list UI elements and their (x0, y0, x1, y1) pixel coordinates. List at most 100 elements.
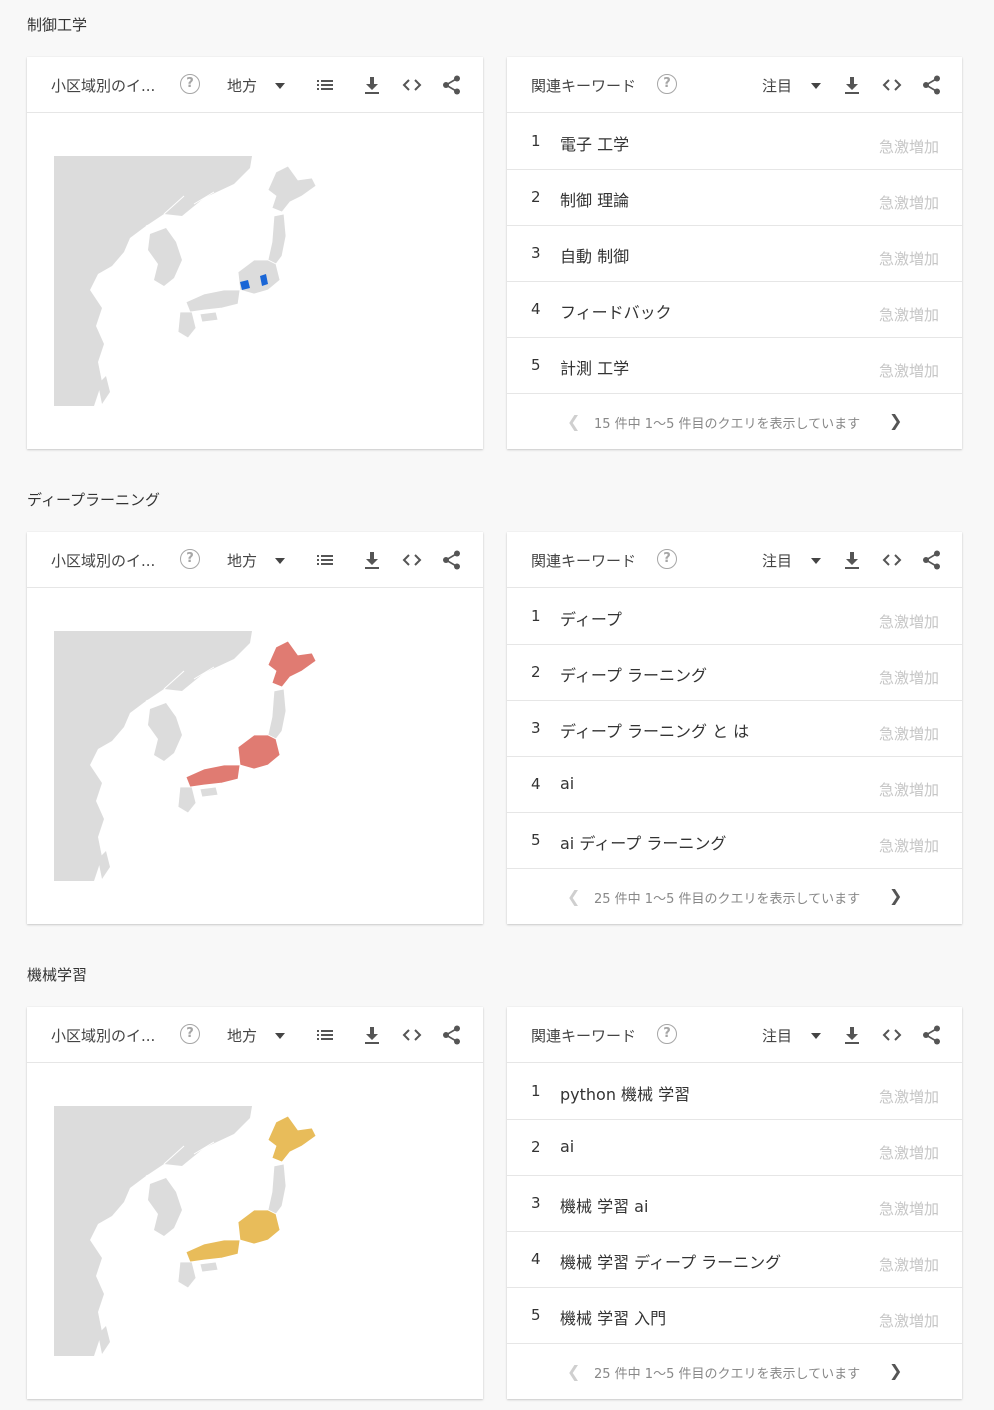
kyushu-region[interactable] (177, 786, 197, 814)
help-icon[interactable]: ? (657, 1024, 677, 1044)
embed-icon[interactable] (401, 74, 423, 96)
kansai-chugoku-region[interactable] (185, 764, 241, 788)
hokkaido-region[interactable] (267, 165, 317, 213)
query-text[interactable]: python 機械 学習 (560, 1081, 690, 1105)
chevron-left-icon[interactable]: ❮ (567, 1362, 580, 1381)
query-text[interactable]: 自動 制御 (560, 243, 629, 267)
japan-region-map[interactable] (54, 631, 358, 881)
dropdown-arrow-icon[interactable] (275, 83, 285, 89)
query-text[interactable]: 制御 理論 (560, 187, 629, 211)
related-query-row[interactable]: 1 ディープ 急激増加 (507, 589, 962, 645)
query-text[interactable]: 機械 学習 入門 (560, 1305, 666, 1329)
share-icon[interactable] (921, 1024, 943, 1046)
kanto-chubu-region[interactable] (237, 1209, 281, 1245)
related-query-row[interactable]: 1 python 機械 学習 急激増加 (507, 1064, 962, 1120)
download-icon[interactable] (841, 74, 863, 96)
japan-region-map[interactable] (54, 156, 358, 406)
list-icon[interactable] (314, 549, 336, 571)
shikoku-region[interactable] (199, 1261, 219, 1273)
related-query-row[interactable]: 4 フィードバック 急激増加 (507, 282, 962, 338)
kanto-chubu-region[interactable] (237, 734, 281, 770)
related-query-row[interactable]: 4 機械 学習 ディープ ラーニング 急激増加 (507, 1232, 962, 1288)
related-query-row[interactable]: 5 計測 工学 急激増加 (507, 338, 962, 394)
hokkaido-region[interactable] (267, 1115, 317, 1163)
kyushu-region[interactable] (177, 311, 197, 339)
query-text[interactable]: 計測 工学 (560, 355, 629, 379)
query-text[interactable]: フィードバック (560, 299, 672, 323)
chevron-left-icon[interactable]: ❮ (567, 412, 580, 431)
query-rank: 3 (531, 1194, 541, 1212)
query-text[interactable]: ai (560, 774, 574, 793)
related-query-row[interactable]: 1 電子 工学 急激増加 (507, 114, 962, 170)
help-icon[interactable]: ? (180, 549, 200, 569)
tohoku-region[interactable] (267, 213, 287, 265)
share-icon[interactable] (921, 549, 943, 571)
list-icon[interactable] (314, 74, 336, 96)
related-query-row[interactable]: 4 ai 急激増加 (507, 757, 962, 813)
list-icon[interactable] (314, 1024, 336, 1046)
kansai-chugoku-region[interactable] (185, 289, 241, 313)
shikoku-region[interactable] (199, 786, 219, 798)
region-card: 小区域別のイ... ? 地方 (27, 532, 483, 924)
query-text[interactable]: 電子 工学 (560, 131, 629, 155)
kyushu-region[interactable] (177, 1261, 197, 1289)
tohoku-region[interactable] (267, 688, 287, 740)
download-icon[interactable] (361, 1024, 383, 1046)
related-query-row[interactable]: 2 ディープ ラーニング 急激増加 (507, 645, 962, 701)
share-icon[interactable] (441, 549, 463, 571)
dropdown-arrow-icon[interactable] (811, 83, 821, 89)
query-text[interactable]: ディープ ラーニング (560, 662, 707, 686)
region-dropdown-label[interactable]: 地方 (227, 1025, 257, 1046)
share-icon[interactable] (921, 74, 943, 96)
embed-icon[interactable] (401, 549, 423, 571)
embed-icon[interactable] (881, 74, 903, 96)
related-dropdown-label[interactable]: 注目 (762, 1025, 792, 1046)
chevron-right-icon[interactable]: ❯ (889, 886, 902, 905)
help-icon[interactable]: ? (657, 549, 677, 569)
related-query-row[interactable]: 3 ディープ ラーニング と は 急激増加 (507, 701, 962, 757)
help-icon[interactable]: ? (180, 74, 200, 94)
region-dropdown-label[interactable]: 地方 (227, 75, 257, 96)
chevron-right-icon[interactable]: ❯ (889, 411, 902, 430)
kansai-chugoku-region[interactable] (185, 1239, 241, 1263)
query-text[interactable]: ai ディープ ラーニング (560, 830, 726, 854)
embed-icon[interactable] (401, 1024, 423, 1046)
chevron-right-icon[interactable]: ❯ (889, 1361, 902, 1380)
related-dropdown-label[interactable]: 注目 (762, 550, 792, 571)
hokkaido-region[interactable] (267, 640, 317, 688)
related-query-row[interactable]: 5 ai ディープ ラーニング 急激増加 (507, 813, 962, 869)
dropdown-arrow-icon[interactable] (275, 1033, 285, 1039)
related-query-row[interactable]: 5 機械 学習 入門 急激増加 (507, 1288, 962, 1344)
chevron-left-icon[interactable]: ❮ (567, 887, 580, 906)
pagination-text: 25 件中 1～5 件目のクエリを表示しています (594, 1367, 861, 1382)
japan-region-map[interactable] (54, 1106, 358, 1356)
download-icon[interactable] (361, 74, 383, 96)
query-text[interactable]: 機械 学習 ai (560, 1193, 648, 1217)
related-dropdown-label[interactable]: 注目 (762, 75, 792, 96)
query-text[interactable]: ai (560, 1137, 574, 1156)
related-query-row[interactable]: 3 自動 制御 急激増加 (507, 226, 962, 282)
query-text[interactable]: ディープ ラーニング と は (560, 718, 749, 742)
dropdown-arrow-icon[interactable] (275, 558, 285, 564)
help-icon[interactable]: ? (180, 1024, 200, 1044)
share-icon[interactable] (441, 74, 463, 96)
tohoku-region[interactable] (267, 1163, 287, 1215)
query-text[interactable]: 機械 学習 ディープ ラーニング (560, 1249, 781, 1273)
related-query-row[interactable]: 2 制御 理論 急激増加 (507, 170, 962, 226)
share-icon[interactable] (441, 1024, 463, 1046)
embed-icon[interactable] (881, 549, 903, 571)
pagination-text: 15 件中 1～5 件目のクエリを表示しています (594, 417, 861, 432)
related-queries-card: 関連キーワード ? 注目 1 電子 工学 急激増加 2 制御 理論 急激増加 3… (507, 57, 962, 449)
embed-icon[interactable] (881, 1024, 903, 1046)
help-icon[interactable]: ? (657, 74, 677, 94)
download-icon[interactable] (841, 549, 863, 571)
region-dropdown-label[interactable]: 地方 (227, 550, 257, 571)
dropdown-arrow-icon[interactable] (811, 1033, 821, 1039)
download-icon[interactable] (361, 549, 383, 571)
query-text[interactable]: ディープ (560, 606, 622, 630)
related-query-row[interactable]: 2 ai 急激増加 (507, 1120, 962, 1176)
download-icon[interactable] (841, 1024, 863, 1046)
dropdown-arrow-icon[interactable] (811, 558, 821, 564)
shikoku-region[interactable] (199, 311, 219, 323)
related-query-row[interactable]: 3 機械 学習 ai 急激増加 (507, 1176, 962, 1232)
